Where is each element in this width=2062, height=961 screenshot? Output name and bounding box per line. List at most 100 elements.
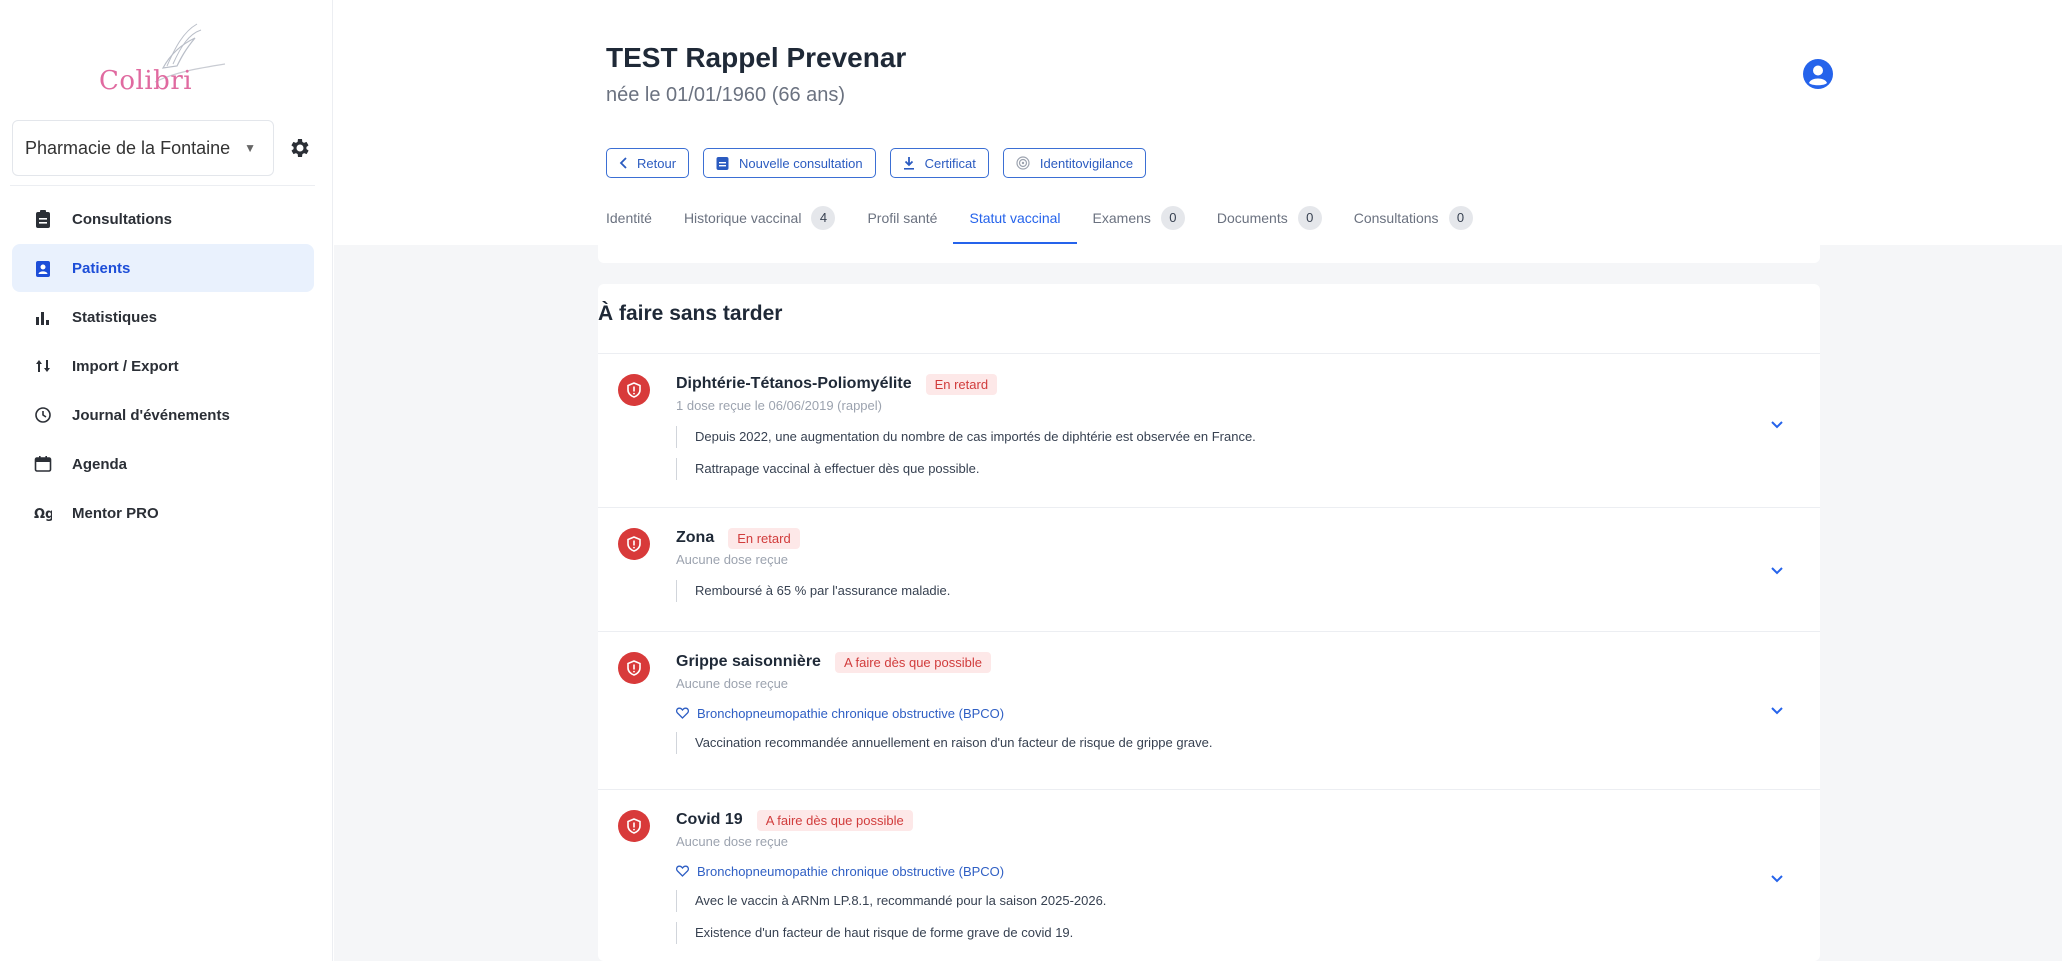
back-button[interactable]: Retour (606, 148, 690, 178)
sort-arrows-icon (34, 357, 52, 375)
tab-label: Documents (1216, 210, 1288, 226)
chevron-down-icon[interactable] (1769, 416, 1785, 432)
vaccine-item-grippe[interactable]: Grippe saisonnière A faire dès que possi… (598, 632, 1820, 790)
chevron-down-icon[interactable] (1769, 562, 1785, 578)
vaccine-name: Diphtérie-Tétanos-Poliomyélite (676, 375, 912, 392)
calendar-icon (34, 455, 52, 473)
vaccine-note: Depuis 2022, une augmentation du nombre … (676, 426, 1256, 448)
vaccine-content: Zona En retard Aucune dose reçue Rembour… (676, 526, 950, 602)
risk-factor[interactable]: Bronchopneumopathie chronique obstructiv… (676, 704, 1213, 722)
tab-label: Profil santé (867, 210, 938, 226)
new-consultation-button[interactable]: Nouvelle consultation (703, 148, 876, 178)
sidebar-item-label: Agenda (72, 455, 128, 473)
certificate-button[interactable]: Certificat (889, 148, 989, 178)
sidebar-item-label: Patients (72, 259, 131, 277)
bar-chart-icon (34, 308, 52, 326)
chevron-down-icon[interactable] (1769, 702, 1785, 718)
tab-count-badge: 0 (1160, 206, 1185, 230)
sidebar-divider (10, 185, 315, 186)
patient-dob: née le 01/01/1960 (66 ans) (606, 84, 846, 106)
sidebar-item-label: Journal d'événements (72, 406, 230, 424)
back-button-label: Retour (637, 155, 677, 171)
vaccine-item-dtp[interactable]: Diphtérie-Tétanos-Poliomyélite En retard… (598, 354, 1820, 508)
sidebar-item-statistiques[interactable]: Statistiques (12, 293, 314, 341)
vaccine-note: Vaccination recommandée annuellement en … (676, 732, 1213, 754)
fingerprint-icon (1016, 156, 1030, 170)
risk-factor[interactable]: Bronchopneumopathie chronique obstructiv… (676, 862, 1106, 880)
status-badge: En retard (925, 373, 998, 395)
download-icon (903, 156, 915, 170)
vaccine-note: Remboursé à 65 % par l'assurance maladie… (676, 580, 950, 602)
pharmacy-row: Pharmacie de la Fontaine ▼ (12, 120, 312, 176)
tab-profil-sante[interactable]: Profil santé (851, 200, 953, 244)
sidebar-item-mentor-pro[interactable]: Ωg Mentor PRO (12, 489, 314, 537)
vaccine-content: Covid 19 A faire dès que possible Aucune… (676, 808, 1106, 944)
previous-card-bottom (598, 245, 1820, 263)
patient-name: TEST Rappel Prevenar (606, 42, 907, 73)
pharmacy-name: Pharmacie de la Fontaine (25, 137, 231, 158)
sidebar-item-journal[interactable]: Journal d'événements (12, 391, 314, 439)
clipboard-icon (34, 210, 52, 228)
heart-icon (676, 865, 689, 877)
chevron-down-icon[interactable] (1769, 870, 1785, 886)
risk-factor-label: Bronchopneumopathie chronique obstructiv… (697, 863, 1005, 879)
dose-info: Aucune dose reçue (676, 834, 789, 849)
sidebar-nav: Consultations Patients Statistiques Impo… (12, 195, 314, 538)
tab-count-badge: 4 (811, 206, 836, 230)
sidebar-item-agenda[interactable]: Agenda (12, 440, 314, 488)
tab-examens[interactable]: Examens 0 (1077, 200, 1201, 244)
sidebar-item-label: Mentor PRO (72, 504, 159, 522)
patient-id-icon (34, 259, 52, 277)
status-badge: En retard (728, 527, 800, 549)
vaccine-item-covid[interactable]: Covid 19 A faire dès que possible Aucune… (598, 790, 1820, 961)
sidebar-item-patients[interactable]: Patients (12, 244, 314, 292)
vaccine-content: Diphtérie-Tétanos-Poliomyélite En retard… (676, 372, 1256, 480)
dose-info: Aucune dose reçue (676, 552, 789, 567)
gear-icon[interactable] (287, 136, 311, 160)
tab-consultations[interactable]: Consultations 0 (1338, 200, 1489, 244)
section-title: À faire sans tarder (598, 302, 783, 325)
action-buttons: Retour Nouvelle consultation Certificat … (606, 148, 1147, 178)
vaccine-note: Existence d'un facteur de haut risque de… (676, 922, 1106, 944)
sidebar-item-label: Consultations (72, 210, 172, 228)
risk-factor-label: Bronchopneumopathie chronique obstructiv… (697, 705, 1005, 721)
mentor-icon: Ωg (34, 504, 52, 522)
tab-historique-vaccinal[interactable]: Historique vaccinal 4 (668, 200, 852, 244)
colibri-logo[interactable]: Colibri (85, 20, 235, 100)
brand-name: Colibri (99, 66, 193, 96)
vaccine-note: Rattrapage vaccinal à effectuer dès que … (676, 458, 1256, 480)
tab-count-badge: 0 (1448, 206, 1473, 230)
heart-icon (676, 707, 689, 719)
status-badge: A faire dès que possible (834, 651, 991, 673)
clipboard-icon (716, 156, 729, 170)
tab-label: Historique vaccinal (683, 210, 802, 226)
vaccine-name: Grippe saisonnière (676, 653, 821, 670)
tab-documents[interactable]: Documents 0 (1201, 200, 1338, 244)
patient-tabs: Identité Historique vaccinal 4 Profil san… (606, 200, 1489, 244)
sidebar: Colibri Pharmacie de la Fontaine ▼ Consu… (0, 0, 333, 961)
shield-alert-icon (618, 528, 650, 560)
tab-label: Statut vaccinal (969, 210, 1061, 226)
vaccine-note: Avec le vaccin à ARNm LP.8.1, recommandé… (676, 890, 1106, 912)
tab-count-badge: 0 (1297, 206, 1322, 230)
vaccine-name: Zona (676, 529, 715, 546)
history-icon (34, 406, 52, 424)
shield-alert-icon (618, 810, 650, 842)
identitovigilance-button[interactable]: Identitovigilance (1002, 148, 1147, 178)
tab-label: Consultations (1353, 210, 1439, 226)
new-consultation-label: Nouvelle consultation (739, 155, 863, 171)
chevron-down-icon: ▼ (244, 141, 257, 155)
pharmacy-select[interactable]: Pharmacie de la Fontaine ▼ (12, 120, 274, 176)
chevron-left-icon (619, 157, 627, 169)
svg-text:Ωg: Ωg (34, 507, 52, 522)
vaccine-content: Grippe saisonnière A faire dès que possi… (676, 650, 1213, 754)
vaccine-name: Covid 19 (676, 811, 743, 828)
certificate-label: Certificat (924, 155, 976, 171)
vaccine-item-zona[interactable]: Zona En retard Aucune dose reçue Rembour… (598, 508, 1820, 632)
sidebar-item-consultations[interactable]: Consultations (12, 195, 314, 243)
sidebar-item-import-export[interactable]: Import / Export (12, 342, 314, 390)
user-avatar-icon[interactable] (1802, 58, 1834, 90)
tab-identite[interactable]: Identité (606, 200, 668, 244)
shield-alert-icon (618, 374, 650, 406)
tab-statut-vaccinal[interactable]: Statut vaccinal (953, 200, 1077, 244)
